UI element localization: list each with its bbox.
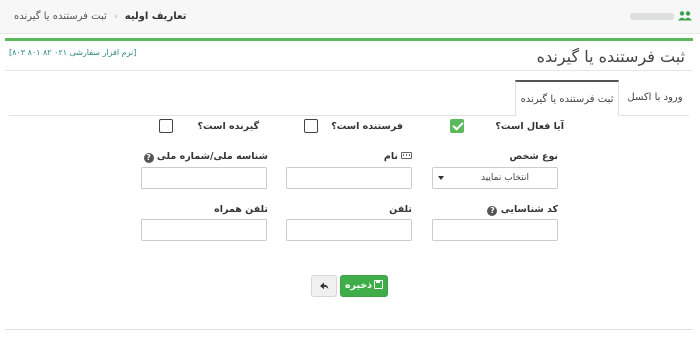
save-button[interactable]: ذخیره xyxy=(340,275,388,297)
caret-down-icon xyxy=(438,176,444,180)
name-input[interactable] xyxy=(286,167,412,189)
breadcrumb-item-current: ثبت فرستنده یا گیرنده xyxy=(14,11,107,22)
page-title: ثبت فرستنده یا گیرنده xyxy=(536,47,685,66)
keyboard-icon xyxy=(401,152,412,159)
tab-divider xyxy=(9,115,515,116)
name-label-text: نام xyxy=(383,151,398,162)
back-button[interactable] xyxy=(311,275,337,297)
user-name-blurred[interactable] xyxy=(630,13,674,20)
code-label: کد شناسایی ? xyxy=(485,204,558,216)
support-link[interactable]: [نرم افزار سفارشی ۰۲۱ ۸۲ ۸۰۱ ۸۰۳] xyxy=(9,48,136,57)
top-bar: تعاریف اولیه ‹ ثبت فرستنده یا گیرنده xyxy=(0,0,700,34)
mobile-label: تلفن همراه xyxy=(214,204,268,215)
person-type-label: نوع شخص xyxy=(509,151,558,162)
save-icon xyxy=(374,280,384,289)
person-type-select[interactable]: انتخاب نمایید xyxy=(432,167,558,189)
is-sender-label: فرستنده است؟ xyxy=(331,121,403,132)
phone-input[interactable] xyxy=(286,219,412,241)
save-button-label: ذخیره xyxy=(344,280,373,291)
code-label-text: کد شناسایی xyxy=(500,204,558,215)
mobile-input[interactable] xyxy=(141,219,267,241)
is-receiver-label: گیرنده است؟ xyxy=(197,121,259,132)
tab-excel-import[interactable]: ورود با اکسل xyxy=(622,80,688,116)
breadcrumb-item-basic-definitions[interactable]: تعاریف اولیه xyxy=(125,11,187,22)
tab-divider xyxy=(619,115,689,116)
panel-header: ثبت فرستنده یا گیرنده [نرم افزار سفارشی … xyxy=(5,41,693,71)
breadcrumb-separator: ‹ xyxy=(113,12,118,22)
national-id-label-text: شناسه ملی/شماره ملی xyxy=(156,151,268,162)
is-sender-checkbox[interactable] xyxy=(304,119,318,133)
is-active-label: آیا فعال است؟ xyxy=(495,121,564,132)
name-label: نام xyxy=(384,151,412,162)
breadcrumb: تعاریف اولیه ‹ ثبت فرستنده یا گیرنده xyxy=(14,11,186,22)
phone-label: تلفن xyxy=(389,204,412,215)
national-id-input[interactable] xyxy=(141,167,267,189)
arrow-back-icon xyxy=(320,282,329,290)
person-type-value: انتخاب نمایید xyxy=(480,173,529,183)
tab-register[interactable]: ثبت فرستنده یا گیرنده xyxy=(515,80,619,116)
code-input[interactable] xyxy=(432,219,558,241)
users-icon[interactable] xyxy=(678,11,692,21)
help-icon[interactable]: ? xyxy=(487,206,498,216)
help-icon[interactable]: ? xyxy=(143,153,154,163)
national-id-label: شناسه ملی/شماره ملی ? xyxy=(142,151,268,163)
is-receiver-checkbox[interactable] xyxy=(159,119,173,133)
is-active-checkbox[interactable] xyxy=(450,119,464,133)
